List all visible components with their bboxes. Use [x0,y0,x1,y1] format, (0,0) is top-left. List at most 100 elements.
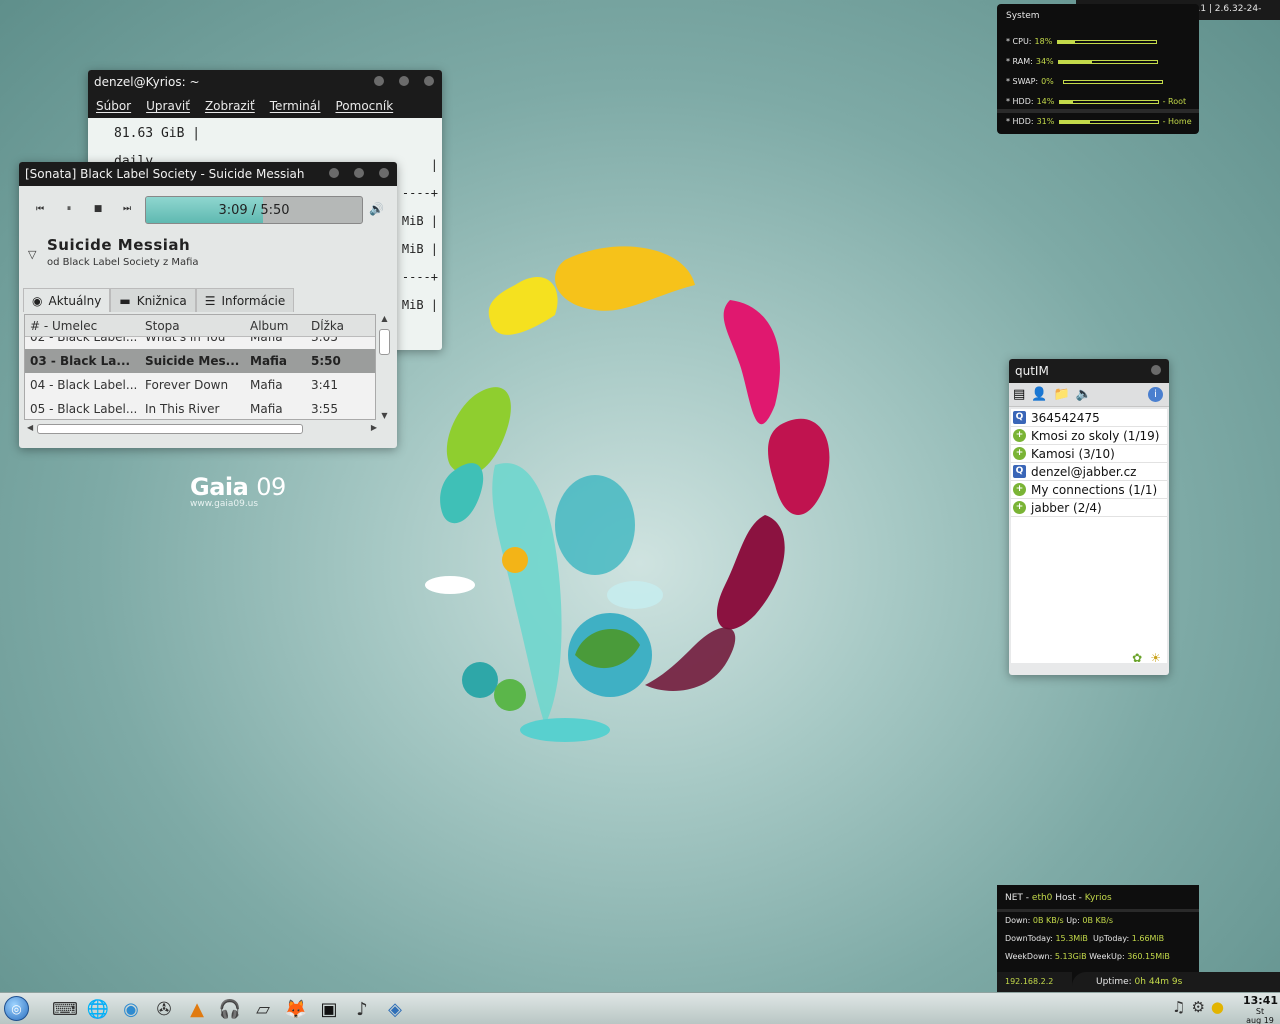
sound-icon[interactable]: 🔈 [1076,387,1092,402]
column-track[interactable]: Stopa [140,319,245,333]
settings-tray-icon[interactable]: ⚙ [1191,998,1204,1016]
group-item[interactable]: + Kamosi (3/10) [1011,445,1167,463]
uptoday-label: UpToday: [1093,934,1130,943]
gimp-icon: 🦊 [284,998,308,1020]
sonata-tray-icon[interactable]: ♫ [1172,998,1185,1016]
menu-zobrazit[interactable]: Zobraziť [205,99,255,113]
launcher-browser[interactable]: 🌐 [85,996,111,1022]
launcher-keyboard[interactable]: ⌨ [52,996,78,1022]
plus-icon: + [1013,429,1026,442]
quick-launch: ⌨ 🌐 ◉ ✇ ▲ 🎧 ▱ 🦊 ▣ ♪ ◈ [52,996,408,1022]
expander-toggle[interactable]: ▽ [28,248,36,261]
scroll-thumb[interactable] [379,329,390,355]
table-row-playing[interactable]: 03 - Black La... Suicide Mes... Mafia 5:… [25,349,375,373]
contact-item[interactable]: Q 364542475 [1011,409,1167,427]
group-label: Kamosi (3/10) [1031,446,1115,461]
contact-list[interactable]: Q 364542475 + Kmosi zo skoly (1/19) + Kamos… [1011,409,1167,663]
menu-icon[interactable]: ▤ [1013,387,1025,402]
launcher-audio[interactable]: 🎧 [217,996,243,1022]
qutim-title: qutIM [1015,364,1049,378]
contact-label: denzel@jabber.cz [1031,464,1137,479]
sonata-window[interactable]: [Sonata] Black Label Society - Suicide M… [19,162,397,448]
application-menu-button[interactable]: ◎ [4,996,29,1021]
plus-icon: + [1013,483,1026,496]
terminal-icon: ▣ [320,998,338,1020]
contact-icon[interactable]: 👤 [1031,387,1047,402]
minimize-button[interactable] [329,168,339,178]
song-subtitle: od Black Label Society z Mafia [47,257,199,268]
clock[interactable]: 13:41 St aug 19 [1243,995,1278,1024]
playlist[interactable]: # - Umelec Stopa Album Dĺžka 02 - Black … [24,314,376,420]
terminal-titlebar[interactable]: denzel@Kyrios: ~ [88,70,442,94]
seek-bar[interactable]: 3:09 / 5:50 [145,196,363,224]
stop-icon: ■ [93,204,103,214]
menu-upravit[interactable]: Upraviť [146,99,190,113]
group-label: jabber (2/4) [1031,500,1102,515]
next-button[interactable]: ⏭ [120,202,134,216]
tab-current[interactable]: ◉ Aktuálny [23,288,111,312]
scroll-down-icon[interactable]: ▼ [378,411,391,420]
group-item[interactable]: + My connections (1/1) [1011,481,1167,499]
account-icon[interactable]: ☀ [1150,651,1161,665]
weather-tray-icon[interactable]: ● [1211,998,1224,1016]
launcher-gimp[interactable]: 🦊 [283,996,309,1022]
qutim-window[interactable]: qutIM ▤ 👤 📁 🔈 i Q 364542475 + Kmosi zo sko… [1009,359,1169,675]
launcher-chromium[interactable]: ◉ [118,996,144,1022]
tab-info[interactable]: ☰ Informácie [195,288,295,312]
usage-bar [1058,99,1159,104]
minimize-button[interactable] [374,76,384,86]
launcher-qutim[interactable]: ◈ [382,996,408,1022]
group-item[interactable]: + Kmosi zo skoly (1/19) [1011,427,1167,445]
close-button[interactable] [424,76,434,86]
launcher-music[interactable]: ♪ [349,996,375,1022]
pause-icon: ⏸ [66,204,72,214]
contact-item[interactable]: Qdenzel@jabber.cz [1011,463,1167,481]
menu-pomocnik[interactable]: Pomocník [335,99,393,113]
menu-terminal[interactable]: Terminál [270,99,321,113]
launcher-video[interactable]: ✇ [151,996,177,1022]
sonata-titlebar[interactable]: [Sonata] Black Label Society - Suicide M… [19,162,397,186]
column-artist[interactable]: # - Umelec [25,319,140,333]
menu-subor[interactable]: Súbor [96,99,131,113]
launcher-vlc[interactable]: ▲ [184,996,210,1022]
table-row[interactable]: 04 - Black Label... Forever Down Mafia 3… [25,373,375,397]
stop-button[interactable]: ■ [91,202,105,216]
folder-icon[interactable]: 📁 [1053,387,1069,402]
launcher-terminal[interactable]: ▣ [316,996,342,1022]
status-icon[interactable]: ✿ [1132,651,1142,665]
weekdown-label: WeekDown: [1005,952,1053,961]
gaia-name: Gaia [190,473,249,501]
table-row[interactable]: 05 - Black Label... In This River Mafia … [25,397,375,419]
terminal-column: MiB | [401,242,438,256]
close-button[interactable] [1151,365,1161,375]
playlist-vscrollbar[interactable]: ▲ ▼ [378,314,391,420]
launcher-eraser[interactable]: ▱ [250,996,276,1022]
column-length[interactable]: Dĺžka [306,319,366,333]
maximize-button[interactable] [399,76,409,86]
pause-button[interactable]: ⏸ [62,202,76,216]
scroll-up-icon[interactable]: ▲ [378,314,391,323]
previous-button[interactable]: ⏮ [33,202,47,216]
column-album[interactable]: Album [245,319,306,333]
usage-fill [1059,120,1090,123]
maximize-button[interactable] [354,168,364,178]
weekup-label: WeekUp: [1089,952,1125,961]
hscroll-thumb[interactable] [37,424,303,434]
plus-icon: + [1013,447,1026,460]
uptime-label: Uptime: [1096,977,1132,987]
close-button[interactable] [379,168,389,178]
playlist-hscrollbar[interactable]: ◀ ▶ [27,423,377,435]
cpu-row: * CPU: 18% [1006,37,1157,46]
row-name: * CPU: [1006,37,1032,46]
clock-day: St [1255,1007,1265,1016]
tab-library[interactable]: ▬ Knižnica [110,288,196,312]
info-icon[interactable]: i [1148,387,1163,402]
scroll-left-icon[interactable]: ◀ [27,423,33,432]
qutim-titlebar[interactable]: qutIM [1009,359,1169,383]
usage-fill [1059,100,1074,103]
volume-button[interactable]: 🔊 [369,202,384,216]
host-name: Kyrios [1084,893,1112,903]
group-item[interactable]: + jabber (2/4) [1011,499,1167,517]
chromium-icon: ◉ [123,998,139,1020]
scroll-right-icon[interactable]: ▶ [371,423,377,432]
